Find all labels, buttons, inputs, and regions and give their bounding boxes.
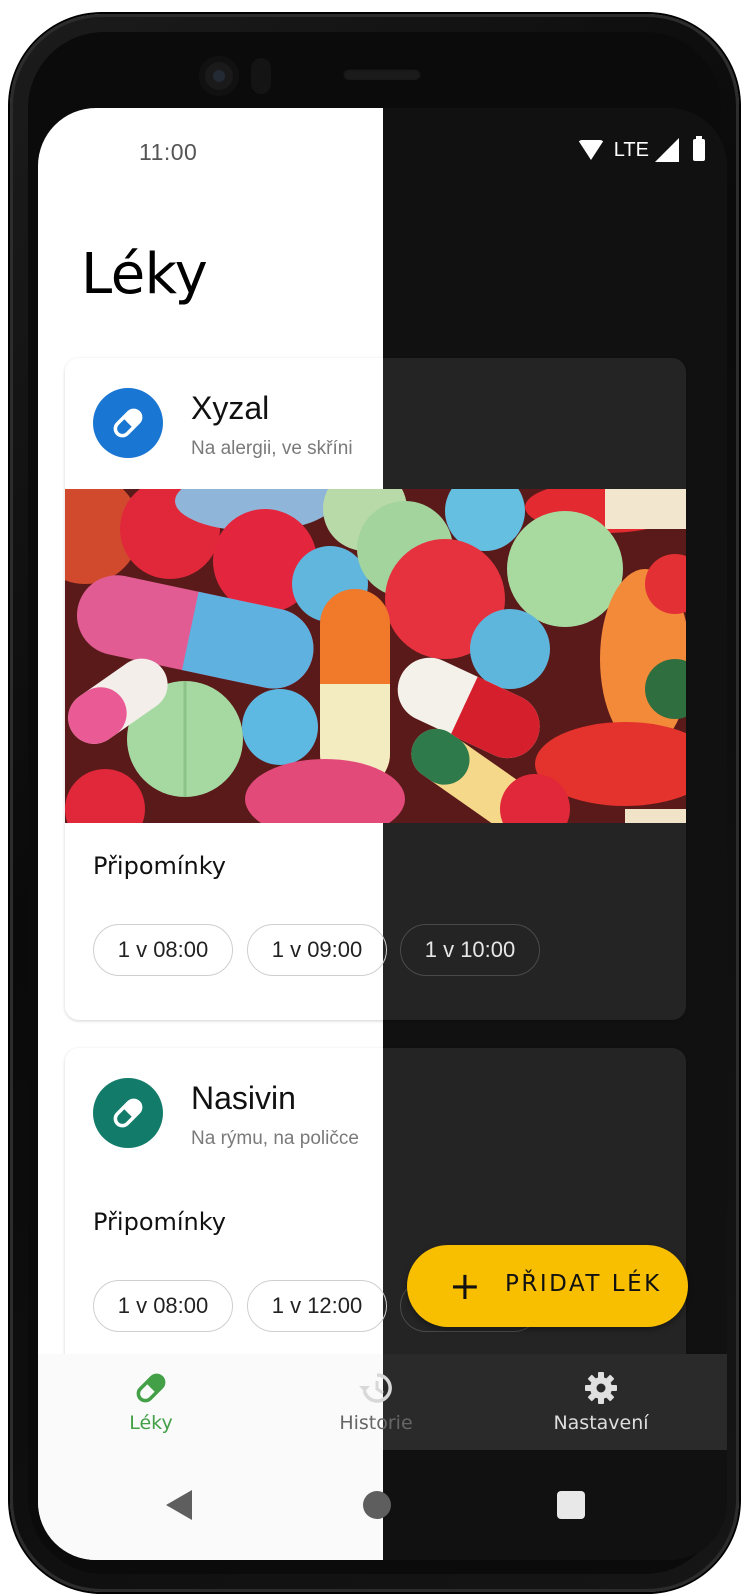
gear-icon [585,1372,617,1404]
status-time: 11:00 [139,139,198,165]
history-icon [359,1373,392,1403]
screen: 11:00 LTE Léky Xyzal Na alergii, ve skří… [38,108,727,1560]
reminders-title: Připomínky [93,852,227,880]
status-bar: 11:00 LTE [38,108,727,188]
nav-label: Léky [129,1412,173,1434]
add-medicine-label: PŘIDAT LÉK [505,1271,662,1297]
medicine-photo [65,489,686,823]
home-icon[interactable] [363,1491,391,1519]
add-medicine-button[interactable]: + PŘIDAT LÉK [407,1245,688,1327]
medicine-description: Na rýmu, na poličce [191,1128,359,1149]
medicine-name: Xyzal [191,390,270,426]
status-icons: LTE [577,136,705,162]
medicine-description: Na alergii, ve skříni [191,438,353,459]
proximity-sensor [251,58,271,94]
reminder-chip[interactable]: 1 v 08:00 [93,1280,233,1332]
bottom-navigation: Léky Historie Nastavení [38,1354,727,1450]
nav-item-leky[interactable]: Léky [51,1354,251,1450]
battery-icon [693,136,705,161]
pill-icon [93,388,163,458]
pill-icon [136,1373,166,1403]
medicine-name: Nasivin [191,1080,296,1116]
nav-label: Nastavení [553,1412,649,1434]
front-camera [199,56,239,96]
page-title: Léky [81,242,208,307]
system-navigation [38,1450,727,1560]
back-icon[interactable] [166,1490,192,1520]
reminder-chip[interactable]: 1 v 09:00 [247,924,387,976]
plus-icon: + [449,1264,481,1308]
reminders-title: Připomínky [93,1208,227,1236]
nav-item-nastaveni[interactable]: Nastavení [501,1354,701,1450]
reminder-chip[interactable]: 1 v 10:00 [400,924,540,976]
pill-icon [93,1078,163,1148]
signal-icon [655,138,679,162]
recents-icon[interactable] [557,1491,585,1519]
reminder-chip[interactable]: 1 v 12:00 [247,1280,387,1332]
medicine-card[interactable]: Xyzal Na alergii, ve skříni Připomínky 1… [65,358,686,1020]
nav-label: Historie [339,1412,413,1434]
nav-item-historie[interactable]: Historie [276,1354,476,1450]
earpiece-speaker [343,68,421,80]
wifi-icon [577,140,604,160]
network-type: LTE [613,138,649,161]
reminder-chip[interactable]: 1 v 08:00 [93,924,233,976]
